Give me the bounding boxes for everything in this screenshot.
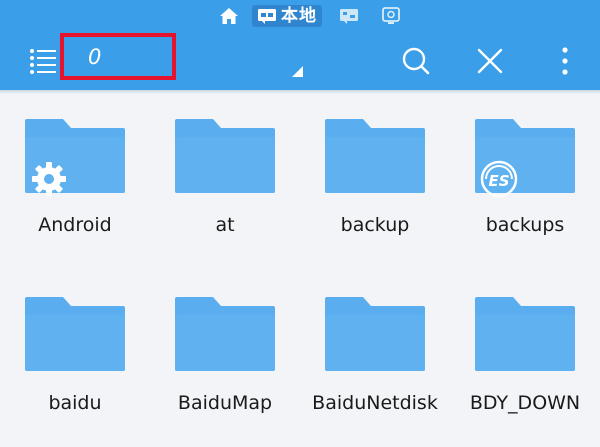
tab-home[interactable]	[218, 5, 240, 27]
tab-remote[interactable]	[376, 5, 406, 27]
location-tab-strip: 本地	[0, 0, 600, 32]
folder-icon: ES	[475, 119, 575, 198]
folder-item[interactable]: BDY_DOWN	[450, 297, 600, 447]
folder-item[interactable]: BaiduMap	[150, 297, 300, 447]
close-button[interactable]	[470, 41, 510, 81]
folder-icon	[475, 297, 575, 371]
svg-text:ES: ES	[488, 172, 509, 190]
path-text: 0	[88, 45, 102, 69]
folder-icon	[25, 297, 125, 371]
folder-icon	[175, 119, 275, 193]
path-dropdown-indicator[interactable]	[292, 66, 303, 77]
folder-icon	[325, 119, 425, 193]
folder-item[interactable]: ES backups	[450, 119, 600, 269]
menu-button[interactable]	[26, 44, 60, 78]
more-vertical-icon	[562, 47, 568, 75]
folder-name: baidu	[48, 392, 102, 414]
folder-name: at	[215, 214, 235, 236]
remote-icon	[382, 7, 400, 24]
gear-icon	[29, 159, 69, 199]
folder-icon	[325, 297, 425, 371]
local-storage-icon	[258, 9, 276, 24]
folder-item[interactable]: at	[150, 119, 300, 269]
folder-name: Android	[38, 214, 112, 236]
folder-name: backups	[485, 214, 565, 236]
folder-icon	[175, 297, 275, 371]
home-icon	[220, 8, 238, 24]
folder-name: BaiduNetdisk	[312, 392, 438, 414]
tab-network[interactable]	[334, 6, 364, 26]
folder-item[interactable]: backup	[300, 119, 450, 269]
folder-name: backup	[340, 214, 410, 236]
tab-local-label: 本地	[281, 6, 317, 26]
search-button[interactable]	[396, 41, 436, 81]
close-icon	[477, 48, 503, 74]
network-icon	[340, 9, 358, 24]
folder-item[interactable]: BaiduNetdisk	[300, 297, 450, 447]
es-logo-icon: ES	[479, 159, 519, 199]
folder-icon	[25, 119, 125, 196]
path-field[interactable]: 0	[60, 33, 176, 80]
menu-list-icon	[30, 49, 56, 74]
folder-item[interactable]: Android	[0, 119, 150, 269]
folder-name: BDY_DOWN	[469, 392, 581, 414]
toolbar-shadow	[0, 90, 600, 94]
toolbar: 0	[0, 32, 600, 90]
search-icon	[402, 47, 430, 75]
location-tabs: 本地	[218, 4, 406, 28]
folder-name: BaiduMap	[177, 392, 273, 414]
tab-local[interactable]: 本地	[252, 5, 322, 27]
folder-item[interactable]: baidu	[0, 297, 150, 447]
more-options-button[interactable]	[545, 41, 585, 81]
